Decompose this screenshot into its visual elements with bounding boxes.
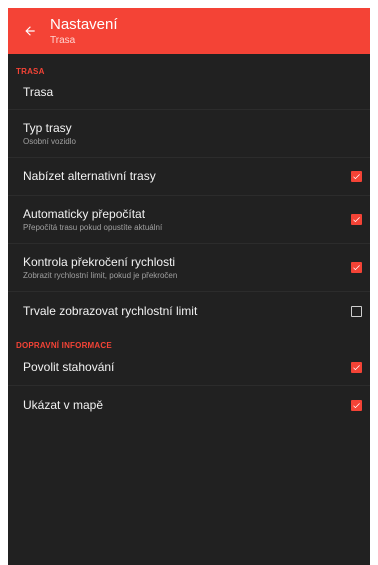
setting-prepocitat-text: Automaticky přepočítat Přepočítá trasu p… [23,207,162,233]
back-button[interactable] [10,8,50,54]
setting-rychlost-text: Kontrola překročení rychlosti Zobrazit r… [23,255,177,281]
setting-povolit-stahovani[interactable]: Povolit stahování [8,350,370,386]
mapa-checkbox[interactable] [351,399,362,411]
settings-screen: Nastavení Trasa TRASA Trasa Typ trasy Os… [8,8,370,565]
checkbox-checked-icon [353,217,360,223]
rychlost-checkbox[interactable] [351,262,362,273]
arrow-left-icon [25,26,35,36]
setting-rychlost-summary: Zobrazit rychlostní limit, pokud je přek… [23,270,178,280]
page-title: Nastavení [50,15,118,33]
app-bar-titles: Nastavení Trasa [50,16,118,47]
stahovani-checkbox[interactable] [351,362,362,373]
prepocitat-checkbox[interactable] [351,214,362,225]
app-bar: Nastavení Trasa [8,8,370,54]
setting-trasa-text: Trasa [23,85,53,100]
setting-typ-trasy-label: Typ trasy [23,120,72,135]
checkbox-checked-icon [353,402,360,408]
setting-trasa-label: Trasa [23,85,54,99]
setting-trvale-limit[interactable]: Trvale zobrazovat rychlostní limit [8,292,370,330]
setting-trvale-text: Trvale zobrazovat rychlostní limit [23,304,197,319]
setting-prepocitat-summary: Přepočítá trasu pokud opustíte aktuální [23,222,163,232]
setting-typ-trasy-summary: Osobní vozidlo [23,136,76,146]
setting-typ-trasy-text: Typ trasy Osobní vozidlo [23,121,76,147]
section-header-route: TRASA [16,67,45,76]
setting-stahovani-text: Povolit stahování [23,360,114,375]
setting-trasa[interactable]: Trasa [8,76,370,110]
setting-alternativni-text: Nabízet alternativní trasy [23,169,156,184]
setting-mapa-text: Ukázat v mapě [23,398,103,413]
trvale-checkbox[interactable] [351,305,362,317]
setting-rychlost-label: Kontrola překročení rychlosti [23,254,176,269]
setting-kontrola-rychlosti[interactable]: Kontrola překročení rychlosti Zobrazit r… [8,244,370,292]
setting-stahovani-label: Povolit stahování [23,360,115,374]
checkbox-checked-icon [353,174,360,180]
setting-automaticky-prepocitat[interactable]: Automaticky přepočítat Přepočítá trasu p… [8,196,370,244]
checkbox-checked-icon [353,265,360,271]
setting-typ-trasy[interactable]: Typ trasy Osobní vozidlo [8,110,370,158]
setting-mapa-label: Ukázat v mapě [23,397,104,412]
checkbox-checked-icon [353,365,360,371]
setting-ukazat-v-mape[interactable]: Ukázat v mapě [8,386,370,424]
page-subtitle: Trasa [50,34,76,46]
setting-alternativni-label: Nabízet alternativní trasy [23,169,156,183]
alternativni-checkbox[interactable] [351,171,362,182]
setting-prepocitat-label: Automaticky přepočítat [23,206,146,221]
section-header-traffic: DOPRAVNÍ INFORMACE [16,341,112,350]
setting-alternativni-trasy[interactable]: Nabízet alternativní trasy [8,158,370,196]
setting-trvale-label: Trvale zobrazovat rychlostní limit [23,303,198,318]
